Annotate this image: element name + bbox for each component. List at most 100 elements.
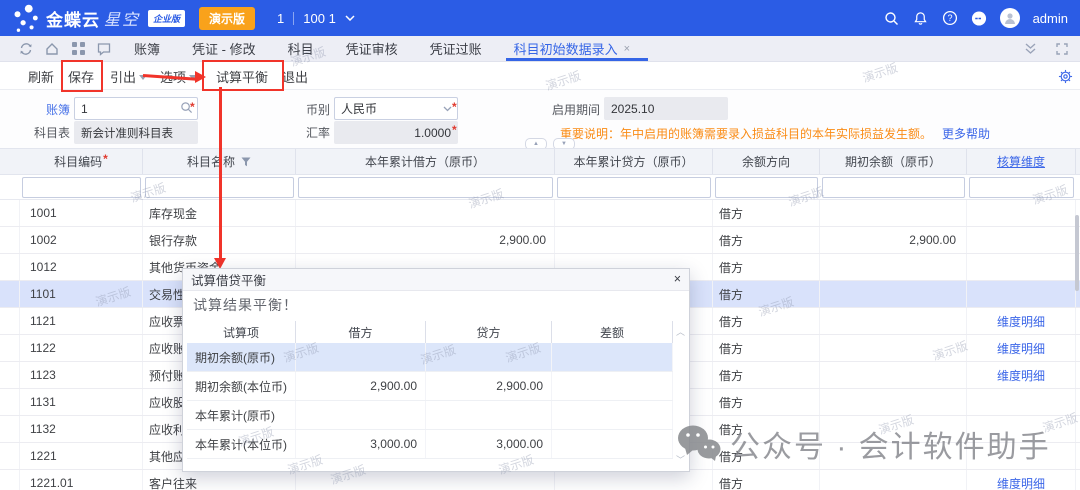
tab-2[interactable]: 科目 [288,36,314,61]
cell-code: 1221 [20,443,143,469]
scroll-down-icon[interactable]: ﹀ [676,453,685,466]
trial-balance-button[interactable]: 试算平衡 [216,62,268,90]
dimension-detail-link[interactable]: 维度明细 [997,340,1045,357]
dialog-cell-item: 期初余额(原币) [187,343,296,371]
dimension-detail-link[interactable]: 维度明细 [997,475,1045,490]
cell-dir: 借方 [713,416,820,442]
column-header-debit: 本年累计借方（原币） [296,149,555,174]
dimension-detail-link[interactable]: 维度明细 [997,313,1045,330]
refresh-sync-icon[interactable] [18,41,34,57]
tab-4[interactable]: 凭证过账 [430,36,482,61]
rate-label: 汇率 [260,124,330,141]
dialog-table-row[interactable]: 本年累计(原币) [187,401,673,430]
row-gutter [0,281,20,307]
cell-name: 客户往来 [143,470,296,490]
message-icon[interactable] [96,41,112,57]
trial-result-text: 试算结果平衡！ [193,295,298,315]
chevron-down-icon [139,75,147,80]
cell-opening [820,281,967,307]
cell-dir: 借方 [713,335,820,361]
dialog-table-row[interactable]: 本年累计(本位币)3,000.003,000.00 [187,430,673,459]
column-header-name: 科目名称 [143,149,296,174]
dialog-cell-credit: 3,000.00 [426,430,552,458]
cell-name: 银行存款 [143,227,296,253]
user-avatar[interactable] [1000,8,1020,28]
cell-credit [555,470,713,490]
refresh-button[interactable]: 刷新 [28,62,54,90]
tab-close-icon[interactable]: × [624,43,630,55]
cell-code: 1101 [20,281,143,307]
tab-3[interactable]: 凭证审核 [346,36,398,61]
cell-dim [967,416,1076,442]
dialog-column-header-item: 试算项 [187,321,296,343]
apps-grid-icon[interactable] [70,41,86,57]
tab-5[interactable]: 科目初始数据录入× [514,36,630,61]
cell-dim [967,443,1076,469]
column-filter-input[interactable] [22,177,141,198]
tab-1[interactable]: 凭证 - 修改 [192,36,256,61]
dialog-cell-item: 本年累计(原币) [187,401,296,429]
filter-cell [713,175,820,199]
cell-dim: 维度明细 [967,308,1076,334]
edition-badge: 企业版 [148,10,185,27]
org-switcher[interactable]: 1 100 1 [277,11,355,26]
home-icon[interactable] [44,41,60,57]
column-filter-input[interactable] [145,177,294,198]
filter-cell [555,175,713,199]
dialog-table-row[interactable]: 期初余额(原币) [187,343,673,372]
required-asterisk: * [190,100,195,114]
cell-opening [820,308,967,334]
cell-debit [296,200,555,226]
dialog-title-bar[interactable]: 试算借贷平衡 × [183,269,689,291]
table-row[interactable]: 1002银行存款2,900.00借方2,900.00 [0,227,1080,254]
row-gutter [0,443,20,469]
filter-panel: 账簿 1 * 科目表 新会计准则科目表 币别 人民币 * 汇率 1.0000 *… [0,90,1080,148]
chevron-down-icon [189,75,197,80]
help-icon[interactable]: ? [942,10,958,26]
more-help-link[interactable]: 更多帮助 [942,127,990,141]
exit-button[interactable]: 退出 [282,62,308,90]
cell-dim: 维度明细 [967,335,1076,361]
cell-code: 1132 [20,416,143,442]
export-button[interactable]: 引出 [110,62,147,90]
start-period-field: 2025.10 [604,97,728,120]
org-separator [293,12,294,25]
save-button[interactable]: 保存 [68,62,94,90]
dimension-detail-link[interactable]: 维度明细 [997,367,1045,384]
collapse-circle-icon[interactable] [971,10,987,26]
dialog-cell-item: 本年累计(本位币) [187,430,296,458]
options-button[interactable]: 选项 [160,62,197,90]
settings-gear-icon[interactable] [1058,62,1073,90]
chevron-down-icon [345,15,355,21]
dialog-cell-debit: 2,900.00 [296,372,426,400]
tab-0[interactable]: 账簿 [134,36,160,61]
username-label[interactable]: admin [1033,11,1068,26]
double-chevron-down-icon[interactable] [1022,41,1038,57]
scroll-up-icon[interactable]: ︿ [676,325,685,338]
column-filter-input[interactable] [822,177,965,198]
cell-code: 1122 [20,335,143,361]
fullscreen-icon[interactable] [1054,41,1070,57]
svg-text:?: ? [947,13,952,23]
book-input[interactable]: 1 [74,97,198,120]
column-filter-input[interactable] [969,177,1074,198]
close-icon[interactable]: × [674,273,681,286]
book-label: 账簿 [0,101,70,118]
notification-bell-icon[interactable] [913,10,929,26]
table-row[interactable]: 1001库存现金借方 [0,200,1080,227]
currency-select[interactable]: 人民币 [334,97,458,120]
dialog-column-header-diff: 差额 [552,321,673,343]
column-filter-input[interactable] [298,177,553,198]
currency-label: 币别 [260,101,330,118]
column-header-dim[interactable]: 核算维度 [967,149,1076,174]
column-filter-input[interactable] [557,177,711,198]
filter-funnel-icon[interactable] [241,157,251,167]
search-icon[interactable] [884,10,900,26]
table-row[interactable]: 1221.01客户往来借方维度明细 [0,470,1080,490]
required-asterisk: * [103,152,108,166]
column-filter-input[interactable] [715,177,818,198]
dialog-table-row[interactable]: 期初余额(本位币)2,900.002,900.00 [187,372,673,401]
dialog-cell-diff [552,372,673,400]
vertical-scrollbar-thumb[interactable] [1075,215,1079,291]
cell-code: 1001 [20,200,143,226]
